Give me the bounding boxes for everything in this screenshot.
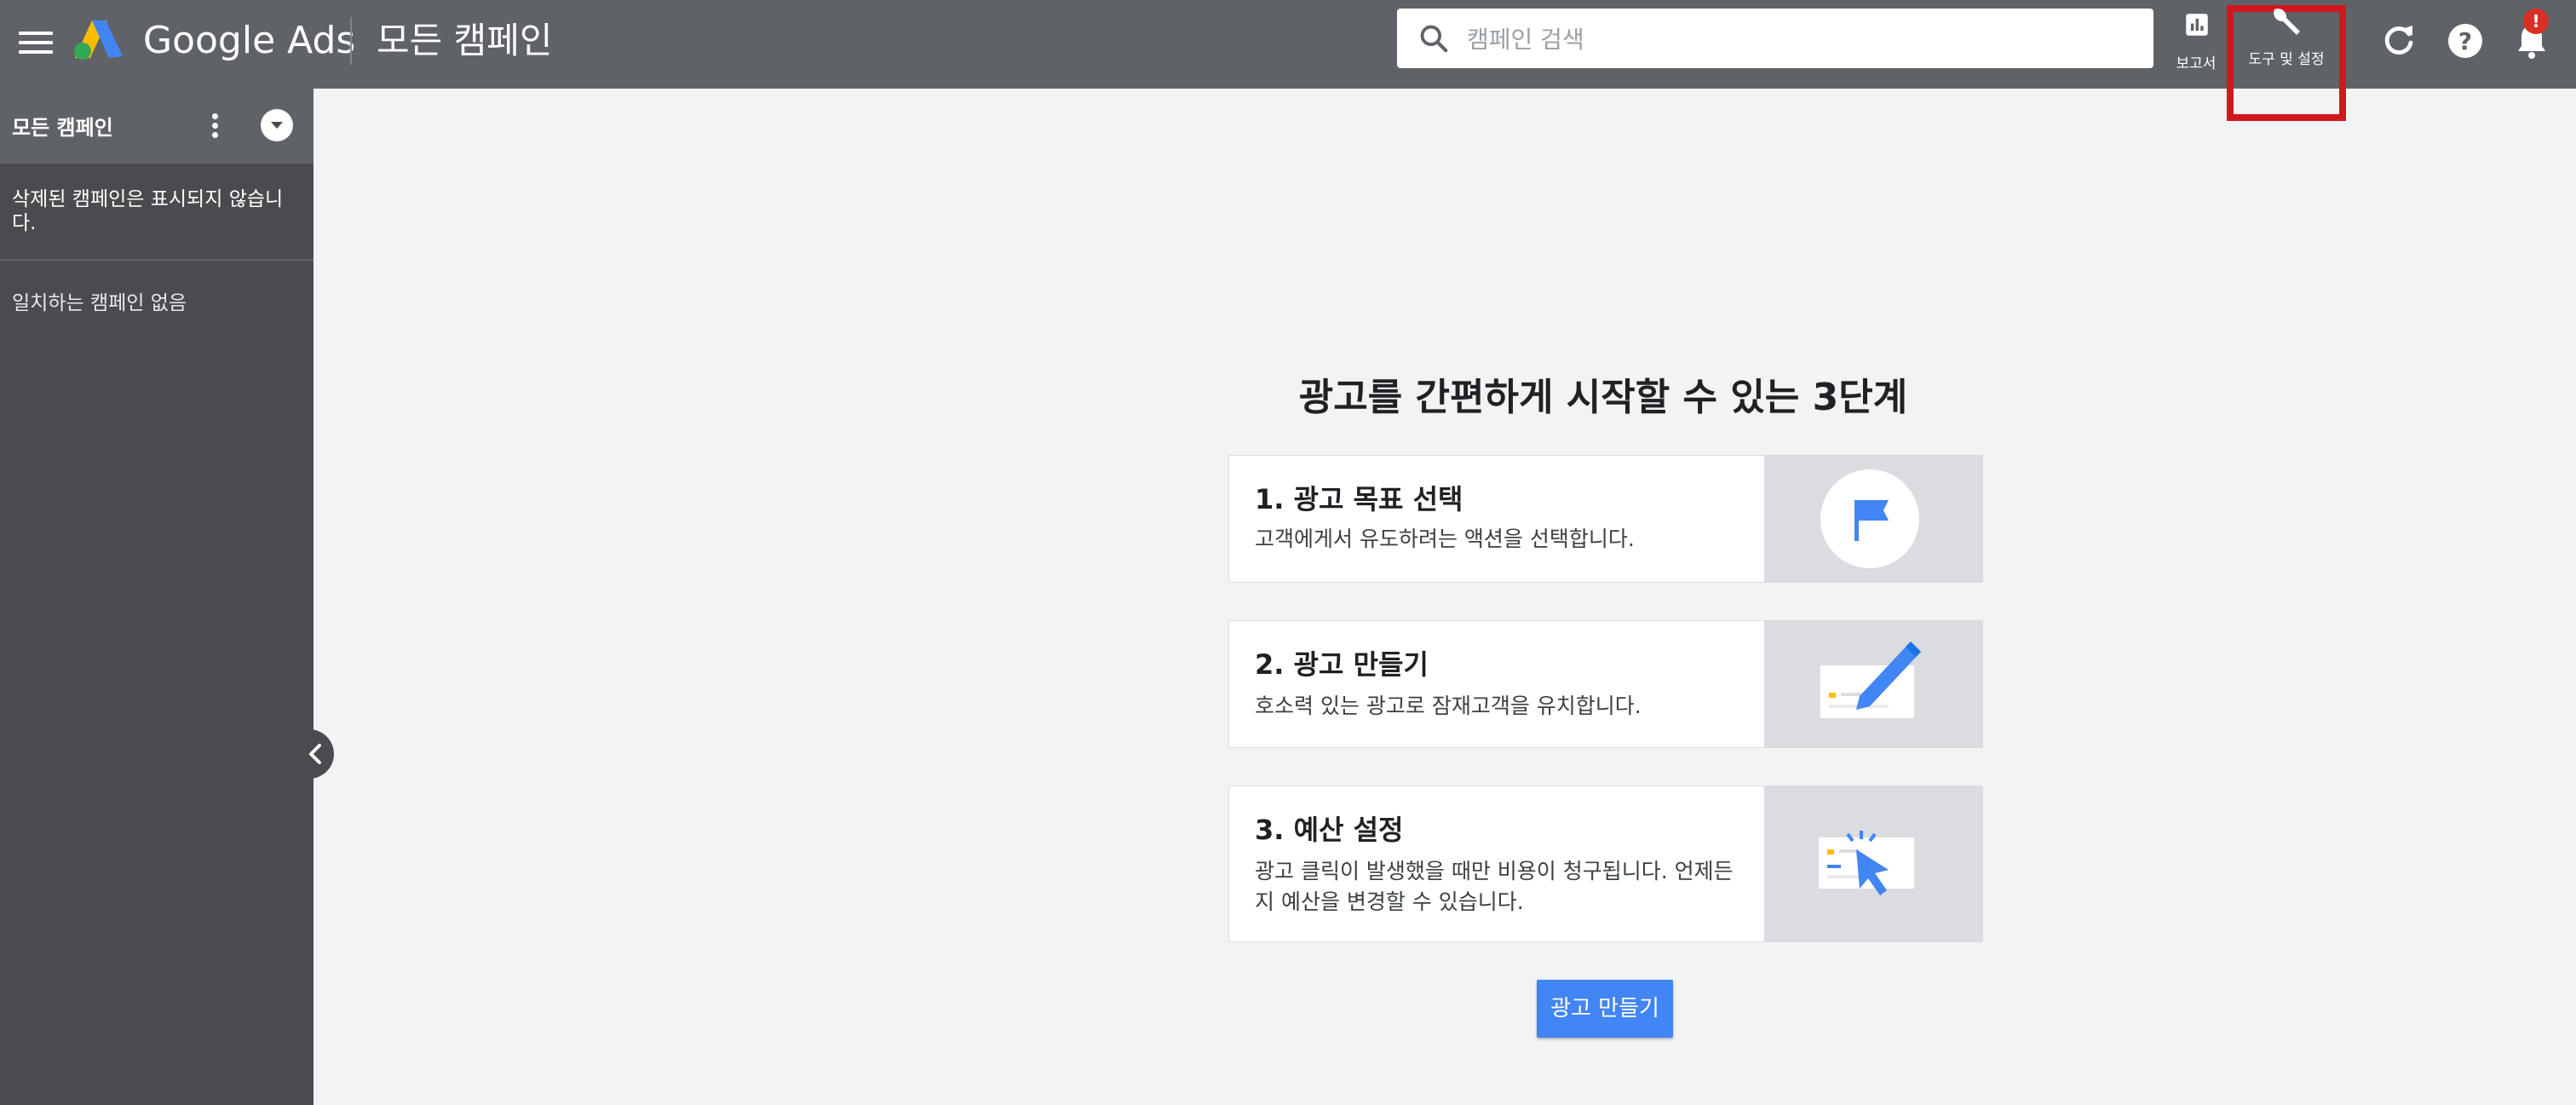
collapse-sidebar-button[interactable]	[296, 729, 334, 779]
svg-text:?: ?	[2458, 27, 2472, 55]
chevron-left-icon	[309, 744, 321, 764]
menu-icon[interactable]	[19, 26, 53, 60]
dropdown-chevron-icon[interactable]	[261, 109, 293, 141]
tools-settings-button[interactable]: 도구 및 설정	[2227, 5, 2346, 121]
step-title: 1. 광고 목표 선택	[1255, 483, 1463, 515]
step-description: 광고 클릭이 발생했을 때만 비용이 청구됩니다. 언제든지 예산을 변경할 수…	[1255, 859, 1734, 914]
brand-name: Google Ads	[143, 19, 356, 62]
search-icon	[1420, 25, 1448, 53]
sidebar-title: 모든 캠페인	[12, 116, 113, 140]
page-title: 모든 캠페인	[377, 20, 553, 61]
top-app-bar: Google Ads 모든 캠페인 보고서 도구 및 설정 ?	[0, 0, 2576, 121]
notification-badge: !	[2523, 9, 2549, 34]
reports-button[interactable]: 보고서	[2169, 7, 2223, 75]
sidebar-header: 모든 캠페인	[0, 89, 313, 164]
pencil-ad-icon	[1820, 642, 1921, 718]
step-description: 고객에게서 유도하려는 액션을 선택합니다.	[1255, 527, 1635, 551]
tools-label: 도구 및 설정	[2248, 51, 2325, 68]
step-illustration	[1764, 621, 1983, 747]
step-illustration	[1764, 456, 1983, 582]
campaign-sidebar: 모든 캠페인 삭제된 캠페인은 표시되지 않습니다. 일치하는 캠페인 없음	[0, 89, 313, 1105]
help-icon[interactable]: ?	[2445, 20, 2486, 61]
step-illustration	[1764, 786, 1983, 941]
cursor-click-icon	[1819, 831, 1914, 895]
no-matching-campaigns: 일치하는 캠페인 없음	[12, 292, 187, 314]
more-vert-icon[interactable]	[204, 111, 225, 141]
create-ad-button[interactable]: 광고 만들기	[1537, 980, 1673, 1038]
campaign-search[interactable]	[1397, 9, 2153, 68]
step-description: 호소력 있는 광고로 잠재고객을 유치합니다.	[1255, 694, 1642, 718]
header-divider	[350, 17, 352, 65]
step-title: 3. 예산 설정	[1255, 814, 1404, 846]
deleted-campaigns-note: 삭제된 캠페인은 표시되지 않습니다.	[12, 188, 284, 234]
search-input[interactable]	[1465, 14, 2142, 65]
reports-label: 보고서	[2176, 55, 2217, 72]
step-card-goal: 1. 광고 목표 선택 고객에게서 유도하려는 액션을 선택합니다.	[1228, 455, 1983, 583]
bar-chart-icon	[2186, 14, 2208, 36]
step-card-create-ad: 2. 광고 만들기 호소력 있는 광고로 잠재고객을 유치합니다.	[1228, 620, 1983, 748]
getting-started-heading: 광고를 간편하게 시작할 수 있는 3단계	[1298, 376, 1908, 419]
google-ads-logo-icon	[74, 20, 123, 60]
step-title: 2. 광고 만들기	[1255, 648, 1429, 681]
flag-icon	[1820, 469, 1919, 568]
sidebar-divider	[0, 259, 313, 261]
wrench-icon	[2274, 9, 2300, 35]
refresh-icon[interactable]	[2378, 20, 2419, 61]
step-card-budget: 3. 예산 설정 광고 클릭이 발생했을 때만 비용이 청구됩니다. 언제든지 …	[1228, 786, 1983, 942]
